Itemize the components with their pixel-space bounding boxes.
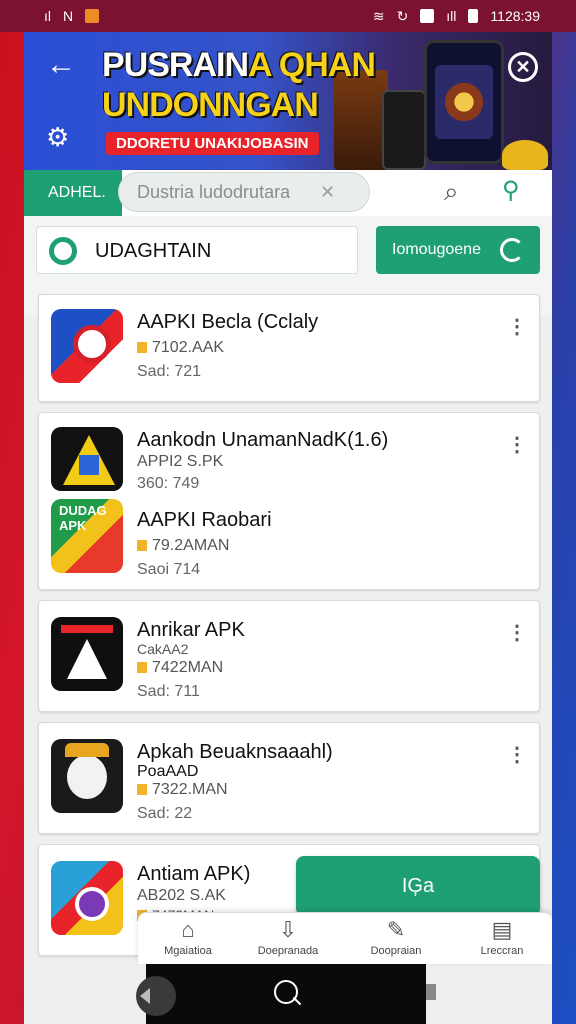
notes-icon: ▤	[491, 917, 513, 942]
app-meta: 360: 749	[137, 475, 200, 492]
app-card[interactable]: Anrikar APK CakAA2 7422MAN Sad: 711 ⋮	[38, 600, 540, 712]
app-meta: Saoi 714	[137, 561, 201, 578]
nav-item-downloads[interactable]: ⇩ Doepranada	[238, 917, 338, 957]
app-icon-text: DUDAG APK	[59, 503, 107, 533]
category-label: UDAGHTAIN	[95, 240, 212, 262]
list-item[interactable]: Aankodn UnamanNadK(1.6) APPI2 S.PK 360: …	[51, 427, 511, 505]
status-bar: ıl N ≋ ↻ ıll 1128:39	[0, 0, 576, 32]
phone-graphic-large	[424, 40, 504, 164]
app-icon	[51, 309, 123, 383]
app-name: Aankodn UnamanNadK(1.6)	[137, 429, 389, 451]
app-meta: Sad: 22	[137, 805, 193, 822]
back-arrow-icon[interactable]: ←	[46, 50, 76, 80]
category-selector[interactable]: UDAGHTAIN	[36, 226, 358, 274]
nav-item-notes[interactable]: ▤ Lreccran	[452, 917, 552, 957]
app-icon	[51, 739, 123, 813]
promo-banner[interactable]: ← ⚙ ✕ PUSRAINA QHAN UNDONNGAN DDORETU UN…	[24, 32, 552, 170]
search-icon[interactable]: ⌕	[444, 176, 459, 208]
app-size: 79.2AMAN	[137, 537, 229, 555]
refresh-button[interactable]: Iomougoene	[376, 226, 540, 274]
app-name: Antiam APK)	[137, 863, 251, 885]
app-size: CakAA2	[137, 641, 189, 657]
list-item[interactable]: Apkah Beuaknsaaahl) PoaAAD 7322.MAN Sad:…	[51, 739, 511, 822]
nav-label: Doepranada	[257, 945, 319, 957]
search-home-icon-handle	[292, 996, 302, 1006]
list-item[interactable]: AAPKI Becla (Cclaly 7102.AAK Sad: 721	[51, 309, 511, 387]
app-window: ← ⚙ ✕ PUSRAINA QHAN UNDONNGAN DDORETU UN…	[24, 32, 552, 1024]
nav-item-edit[interactable]: ✎ Doopraian	[346, 917, 446, 957]
app-notification-icon	[85, 9, 100, 23]
nav-item-home[interactable]: ⌂ Mgaiatioa	[138, 917, 238, 957]
file-icon	[137, 662, 147, 673]
app-name: Apkah Beuaknsaaahl)	[137, 741, 333, 763]
app-card[interactable]: Aankodn UnamanNadK(1.6) APPI2 S.PK 360: …	[38, 412, 540, 590]
phone-graphic	[382, 90, 426, 170]
slot-machine-graphic	[334, 70, 388, 170]
battery-icon	[468, 9, 479, 23]
system-back-button[interactable]	[136, 976, 176, 1016]
user-icon[interactable]: ⚲	[502, 176, 520, 205]
more-options-icon[interactable]: ⋮	[507, 623, 527, 643]
app-icon	[51, 861, 123, 935]
app-size-secondary: 7322.MAN	[137, 781, 228, 799]
app-card[interactable]: Apkah Beuaknsaaahl) PoaAAD 7322.MAN Sad:…	[38, 722, 540, 834]
system-navigation-bar	[146, 964, 426, 1024]
banner-title-line2: UNDONNGAN	[102, 86, 319, 124]
more-options-icon[interactable]: ⋮	[507, 435, 527, 455]
close-icon[interactable]: ✕	[508, 52, 538, 82]
app-size-secondary: 7422MAN	[137, 659, 223, 677]
app-name: Anrikar APK	[137, 619, 245, 641]
gear-icon[interactable]: ⚙	[46, 124, 69, 150]
app-size: APPI2 S.PK	[137, 453, 224, 470]
sim-icon	[420, 9, 435, 23]
app-icon: DUDAG APK	[51, 499, 123, 573]
file-icon	[137, 540, 147, 551]
mascot-graphic	[502, 140, 548, 170]
file-icon	[137, 784, 147, 795]
category-icon	[49, 237, 77, 265]
app-icon	[51, 427, 123, 491]
file-icon	[137, 342, 147, 353]
sync-icon: ↻	[396, 7, 409, 24]
search-label: ADHEL.	[24, 170, 122, 216]
app-size: AB202 S.AK	[137, 887, 226, 904]
banner-tagline: DDORETU UNAKIJOBASIN	[106, 132, 319, 155]
install-button[interactable]: IĢa	[296, 856, 540, 916]
app-meta: Sad: 711	[137, 683, 200, 700]
app-meta: Sad: 721	[137, 363, 202, 380]
app-name: AAPKI Raobari	[137, 509, 272, 531]
clear-icon[interactable]: ✕	[320, 182, 335, 203]
refresh-icon	[500, 238, 524, 262]
nav-label: Mgaiatioa	[164, 945, 212, 957]
wifi-icon: ≋	[372, 7, 385, 24]
edit-icon: ✎	[386, 917, 406, 942]
home-icon: ⌂	[181, 917, 195, 942]
search-bar: ADHEL. Dustria ludodrutara ✕ ⌕ ⚲	[24, 170, 552, 216]
download-icon: ⇩	[278, 917, 298, 942]
nav-label: Lreccran	[480, 945, 524, 957]
signal-icon: ıl	[44, 8, 51, 24]
status-time: 1128:39	[490, 8, 540, 24]
nav-label: Doopraian	[370, 945, 422, 957]
cell-signal-icon: ıll	[446, 8, 457, 24]
system-recents-button[interactable]	[426, 984, 436, 1000]
bottom-navigation: ⌂ Mgaiatioa ⇩ Doepranada ✎ Doopraian ▤ L…	[138, 912, 552, 964]
banner-title-line1: PUSRAINA QHAN	[102, 46, 376, 84]
app-size: PoaAAD	[137, 763, 199, 780]
app-size: 7102.AAK	[137, 339, 224, 357]
list-item[interactable]: Anrikar APK CakAA2 7422MAN Sad: 711	[51, 617, 511, 700]
refresh-button-label: Iomougoene	[392, 241, 481, 258]
app-name: AAPKI Becla (Cclaly	[137, 311, 319, 333]
list-item[interactable]: DUDAG APK AAPKI Raobari 79.2AMAN Saoi 71…	[51, 499, 511, 578]
more-options-icon[interactable]: ⋮	[507, 745, 527, 765]
signal-icon-2: N	[63, 8, 74, 24]
more-options-icon[interactable]: ⋮	[507, 317, 527, 337]
app-card[interactable]: AAPKI Becla (Cclaly 7102.AAK Sad: 721 ⋮	[38, 294, 540, 402]
app-icon	[51, 617, 123, 691]
